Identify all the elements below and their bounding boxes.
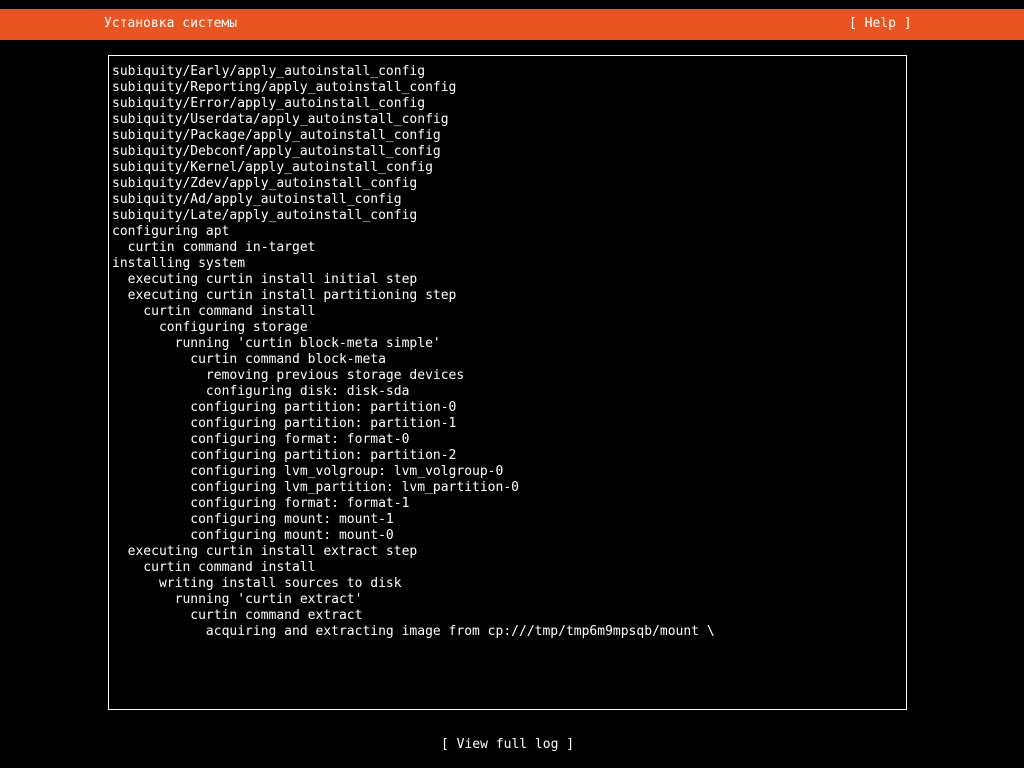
log-line: removing previous storage devices <box>112 368 465 383</box>
log-line: subiquity/Debconf/apply_autoinstall_conf… <box>112 144 441 159</box>
log-line: configuring format: format-1 <box>112 496 410 511</box>
view-full-log-button[interactable]: [ View full log ] <box>441 737 574 753</box>
log-line: configuring partition: partition-2 <box>112 448 457 463</box>
page-title: Установка системы <box>104 16 238 31</box>
log-line: subiquity/Kernel/apply_autoinstall_confi… <box>112 160 433 175</box>
log-line: executing curtin install extract step <box>112 544 418 559</box>
log-line: configuring disk: disk-sda <box>112 384 410 399</box>
log-line: configuring lvm_partition: lvm_partition… <box>112 480 519 495</box>
help-button[interactable]: [ Help ] <box>849 16 912 32</box>
log-line: subiquity/Ad/apply_autoinstall_config <box>112 192 402 207</box>
log-line: curtin command in-target <box>112 240 316 255</box>
log-line: subiquity/Reporting/apply_autoinstall_co… <box>112 80 457 95</box>
log-line: configuring mount: mount-0 <box>112 528 394 543</box>
log-line: configuring lvm_volgroup: lvm_volgroup-0 <box>112 464 504 479</box>
log-line: configuring mount: mount-1 <box>112 512 394 527</box>
log-line: running 'curtin extract' <box>112 592 363 607</box>
log-line: running 'curtin block-meta simple' <box>112 336 441 351</box>
log-line: subiquity/Early/apply_autoinstall_config <box>112 64 426 79</box>
log-line: subiquity/Userdata/apply_autoinstall_con… <box>112 112 449 127</box>
log-line: curtin command extract <box>112 608 363 623</box>
install-log-panel[interactable]: subiquity/Early/apply_autoinstall_config… <box>108 55 907 710</box>
log-line: executing curtin install initial step <box>112 272 418 287</box>
log-line: configuring apt <box>112 224 230 239</box>
log-line: subiquity/Error/apply_autoinstall_config <box>112 96 426 111</box>
header-bar: Установка системы [ Help ] <box>0 9 1024 40</box>
log-line: curtin command install <box>112 304 316 319</box>
log-line: subiquity/Late/apply_autoinstall_config <box>112 208 418 223</box>
log-line: configuring partition: partition-0 <box>112 400 457 415</box>
log-lines: subiquity/Early/apply_autoinstall_config… <box>112 64 715 640</box>
log-line: subiquity/Package/apply_autoinstall_conf… <box>112 128 441 143</box>
log-line: curtin command block-meta <box>112 352 386 367</box>
top-gap <box>0 0 1024 9</box>
log-line: configuring format: format-0 <box>112 432 410 447</box>
log-line: configuring partition: partition-1 <box>112 416 457 431</box>
log-line: installing system <box>112 256 246 271</box>
log-line: writing install sources to disk <box>112 576 402 591</box>
log-line: subiquity/Zdev/apply_autoinstall_config <box>112 176 418 191</box>
log-line: configuring storage <box>112 320 308 335</box>
log-line: acquiring and extracting image from cp:/… <box>112 624 715 639</box>
log-line: executing curtin install partitioning st… <box>112 288 457 303</box>
log-line: curtin command install <box>112 560 316 575</box>
